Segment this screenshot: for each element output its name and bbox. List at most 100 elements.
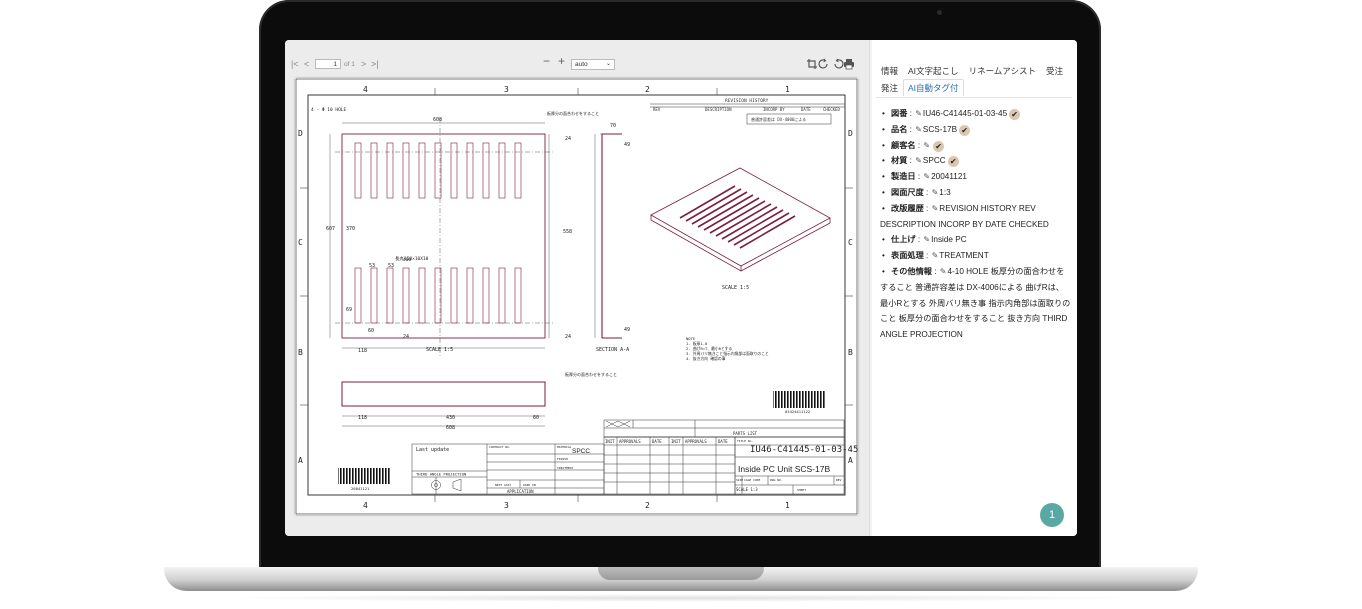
metadata-list: • 図番 : ✎IU46-C41445-01-03-45 ✔ • 品名 : ✎SCS-… — [880, 106, 1072, 343]
zone-label-side: B — [298, 348, 303, 357]
dim-607: 607 — [326, 226, 335, 232]
approval-header: DATE — [652, 439, 662, 444]
next-page-button[interactable]: > — [361, 59, 366, 69]
top-view — [341, 133, 546, 339]
dimension-lines — [329, 118, 622, 358]
dim-558: 558 — [563, 229, 572, 235]
edit-icon[interactable]: ✎ — [923, 232, 930, 248]
zoom-out-button[interactable]: − — [543, 55, 550, 67]
laptop-mockup: |< < 1 of 1 > >| − + auto ⌄ 4 3 2 1 4 3 … — [0, 0, 1362, 609]
prev-page-button[interactable]: < — [304, 59, 309, 69]
check-icon[interactable]: ✔ — [947, 156, 959, 168]
field-label: 材質 — [891, 156, 908, 166]
tab-ai-transcription[interactable]: AI文字起こし — [903, 62, 964, 79]
edit-icon[interactable]: ✎ — [915, 106, 922, 122]
chevron-down-icon: ⌄ — [605, 61, 611, 67]
barcode-number: 20041121 — [351, 486, 370, 491]
zone-label-top: 3 — [504, 85, 509, 94]
notification-badge-button[interactable]: 1 — [1040, 503, 1064, 527]
rev-label: REV — [836, 478, 842, 482]
check-icon[interactable]: ✔ — [959, 124, 971, 136]
approval-header: APPROVALS — [685, 439, 707, 444]
rotate-cw-icon[interactable] — [818, 58, 828, 69]
list-item: • 顧客名 : ✎ ✔ — [880, 138, 1072, 154]
isometric-view — [650, 167, 831, 272]
zoom-select[interactable]: auto ⌄ — [571, 59, 615, 70]
zone-label-side: A — [298, 456, 303, 465]
panel-tabs: 情報 AI文字起こし リネームアシスト 受注 発注 AI自動タグ付 — [876, 62, 1072, 96]
viewer-tools — [807, 58, 854, 70]
approval-header: INIT — [605, 439, 615, 444]
dim-118: 118 — [358, 415, 367, 421]
edit-icon[interactable]: ✎ — [932, 248, 939, 264]
page-count: of 1 — [344, 61, 355, 68]
contract-label: CONTRACT NO. — [489, 445, 511, 449]
field-label: 仕上げ — [891, 235, 916, 245]
edit-icon[interactable]: ✎ — [923, 169, 930, 185]
edit-icon[interactable]: ✎ — [932, 185, 939, 201]
scale-label: SCALE 1:5 — [426, 347, 453, 353]
first-page-button[interactable]: |< — [291, 59, 299, 69]
zone-label-side: C — [848, 238, 853, 247]
application-label: APPLICATION — [507, 489, 534, 494]
list-item: • 表面処理 : ✎TREATMENT — [880, 248, 1072, 264]
field-label: その他情報 — [891, 266, 932, 276]
rotate-ccw-icon[interactable] — [834, 58, 844, 69]
revision-title: REVISION HISTORY — [725, 98, 769, 104]
zoom-in-button[interactable]: + — [558, 55, 565, 67]
rev-header: CHECKED — [823, 107, 840, 112]
zone-label-side: A — [848, 456, 853, 465]
revision-history: REVISION HISTORY REV DESCRIPTION INCORP … — [650, 98, 845, 125]
dim-53: 53 — [388, 263, 394, 269]
drawing-notes: NOTE 1. 板厚1.0 2. 曲げR=T、最小Rとする 3. 外周バリ無きこ… — [686, 336, 769, 361]
field-label: 製造日 — [891, 172, 916, 182]
print-icon[interactable] — [844, 59, 854, 70]
approval-header: DATE — [718, 439, 728, 444]
dim-370: 370 — [346, 226, 355, 232]
tab-info[interactable]: 情報 — [876, 62, 903, 79]
check-icon[interactable]: ✔ — [1009, 109, 1021, 120]
list-item: • 製造日 : ✎20041121 — [880, 169, 1072, 185]
field-label: 表面処理 — [891, 251, 924, 261]
edit-icon[interactable]: ✎ — [932, 201, 939, 217]
parts-list-title: PARTS LIST — [733, 431, 758, 436]
zone-label-bottom: 2 — [645, 501, 650, 510]
edit-icon[interactable]: ✎ — [915, 122, 922, 138]
edit-icon[interactable]: ✎ — [915, 153, 922, 169]
approval-header: APPROVALS — [619, 439, 641, 444]
zone-label-bottom: 4 — [363, 501, 368, 510]
last-page-button[interactable]: >| — [371, 59, 379, 69]
zone-label-side: C — [298, 238, 303, 247]
rev-header: INCORP BY — [763, 107, 785, 112]
rev-header: DATE — [801, 107, 811, 112]
crop-icon[interactable] — [807, 59, 817, 69]
tab-orders-received[interactable]: 受注 — [1041, 62, 1068, 79]
tab-purchase-orders[interactable]: 発注 — [876, 79, 903, 96]
zone-label-top: 2 — [645, 85, 650, 94]
tab-divider — [876, 97, 1072, 98]
page-number-input[interactable]: 1 — [315, 59, 341, 69]
tab-rename-assist[interactable]: リネームアシスト — [964, 62, 1041, 79]
material-value: SPCC — [572, 448, 590, 455]
edit-icon[interactable]: ✎ — [923, 138, 930, 154]
field-value: 1:3 — [939, 187, 951, 197]
dim-118: 118 — [358, 348, 367, 354]
zone-label-side: D — [298, 129, 303, 138]
zone-label-top: 4 — [363, 85, 368, 94]
list-item: • 仕上げ : ✎Inside PC — [880, 232, 1072, 248]
note-line: 4. 抜き方向 確認の事 — [686, 356, 726, 361]
drawing-number: IU46-C41445-01-03-45 — [750, 445, 858, 455]
tab-ai-auto-tagging[interactable]: AI自動タグ付 — [903, 79, 964, 96]
check-icon[interactable]: ✔ — [933, 140, 945, 152]
next-assy-label: NEXT ASSY — [495, 483, 511, 487]
zone-label-side: D — [848, 129, 853, 138]
field-label: 品名 — [891, 124, 908, 134]
treatment-label: TREATMENT — [557, 466, 573, 470]
barcode-image — [773, 391, 826, 408]
edit-icon[interactable]: ✎ — [940, 264, 947, 280]
field-value: 20041121 — [931, 172, 967, 182]
face-note-top: 板厚分の面合わせをすること — [547, 110, 599, 116]
drawing-page: 4 3 2 1 4 3 2 1 D C B A D C B A REVISION… — [295, 78, 858, 515]
scale-cell: SCALE 1:3 — [736, 487, 758, 492]
dim-49: 49 — [624, 327, 630, 333]
